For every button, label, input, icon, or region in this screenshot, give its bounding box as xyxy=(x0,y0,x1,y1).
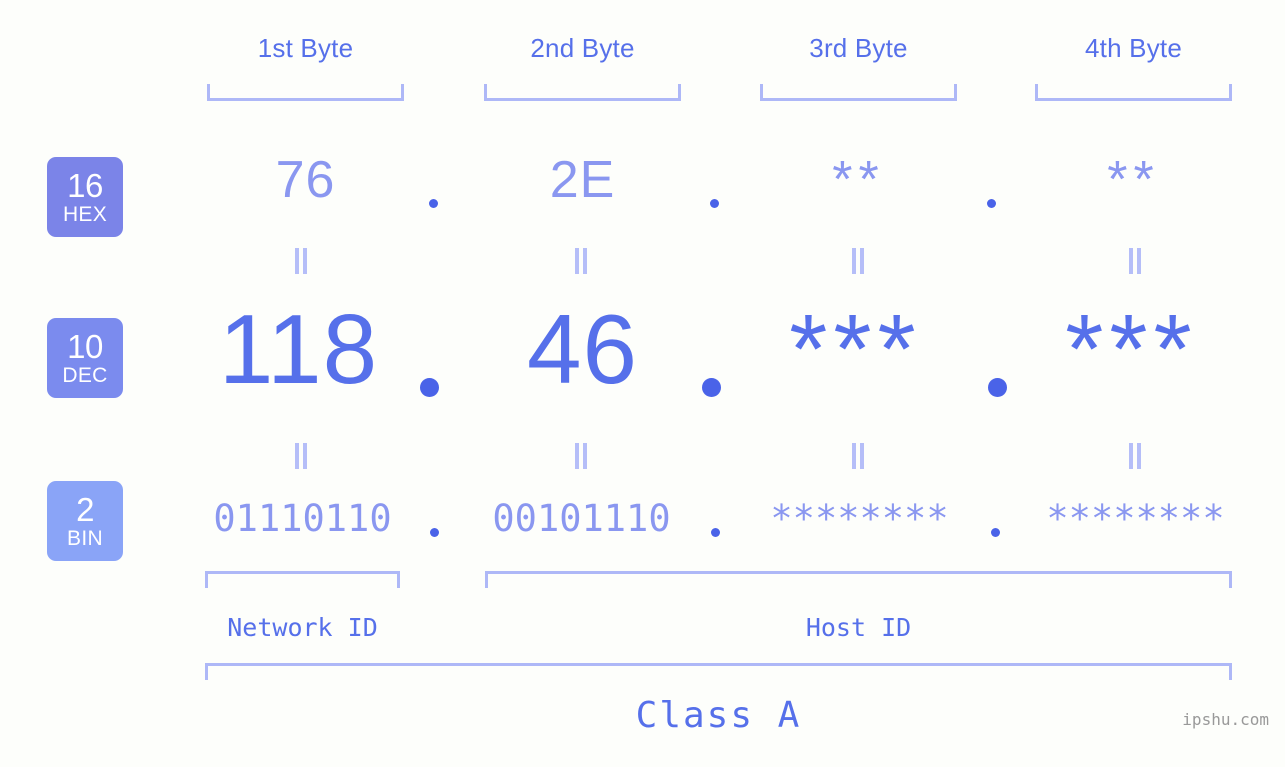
equals-mark-decbin-1a xyxy=(295,443,299,469)
hex-separator-dot-3 xyxy=(987,199,996,208)
hex-separator-dot-2 xyxy=(710,199,719,208)
hex-byte-value-4: ** xyxy=(1107,151,1160,209)
equals-mark-hexdec-2b xyxy=(583,248,587,274)
network-id-label: Network ID xyxy=(227,613,378,642)
equals-mark-hexdec-2a xyxy=(575,248,579,274)
dec-byte-value-1: 118 xyxy=(218,294,379,404)
base-badge-hex[interactable]: 16 HEX xyxy=(47,157,123,237)
host-id-label: Host ID xyxy=(805,613,912,642)
ip-byte-diagram: 1st Byte 2nd Byte 3rd Byte 4th Byte 16 H… xyxy=(0,0,1285,767)
equals-mark-hexdec-3b xyxy=(860,248,864,274)
base-badge-bin[interactable]: 2 BIN xyxy=(47,481,123,561)
hex-byte-value-3: ** xyxy=(832,151,885,209)
byte-header-label-3: 3rd Byte xyxy=(809,33,908,63)
base-badge-bin-name: BIN xyxy=(67,527,103,550)
base-badge-hex-number: 16 xyxy=(67,167,103,204)
bin-byte-value-3: ******** xyxy=(770,497,949,540)
equals-mark-hexdec-4b xyxy=(1137,248,1141,274)
dec-separator-dot-2 xyxy=(702,378,721,397)
bin-byte-value-1: 01110110 xyxy=(213,497,392,540)
equals-mark-decbin-3b xyxy=(860,443,864,469)
equals-mark-hexdec-3a xyxy=(852,248,856,274)
base-badge-dec-number: 10 xyxy=(67,328,103,365)
equals-mark-hexdec-1a xyxy=(295,248,299,274)
class-label: Class A xyxy=(635,695,802,736)
bin-separator-dot-1 xyxy=(430,528,439,537)
equals-mark-decbin-4a xyxy=(1129,443,1133,469)
byte-header-label-2: 2nd Byte xyxy=(530,33,635,63)
dec-byte-value-3: *** xyxy=(789,294,922,404)
base-badge-dec-name: DEC xyxy=(62,364,108,387)
equals-mark-decbin-2a xyxy=(575,443,579,469)
base-badge-dec[interactable]: 10 DEC xyxy=(47,318,123,398)
equals-mark-decbin-4b xyxy=(1137,443,1141,469)
byte-header-label-4: 4th Byte xyxy=(1085,33,1182,63)
bin-separator-dot-2 xyxy=(711,528,720,537)
dec-byte-value-2: 46 xyxy=(526,294,638,404)
byte-bracket-1 xyxy=(207,84,404,101)
byte-bracket-2 xyxy=(484,84,681,101)
hex-byte-value-2: 2E xyxy=(549,151,616,209)
hex-separator-dot-1 xyxy=(429,199,438,208)
dec-separator-dot-3 xyxy=(988,378,1007,397)
class-bracket xyxy=(205,663,1232,680)
equals-mark-hexdec-4a xyxy=(1129,248,1133,274)
bin-separator-dot-3 xyxy=(991,528,1000,537)
network-id-bracket xyxy=(205,571,400,588)
byte-bracket-3 xyxy=(760,84,957,101)
host-id-bracket xyxy=(485,571,1232,588)
dec-byte-value-4: *** xyxy=(1065,294,1198,404)
byte-header-label-1: 1st Byte xyxy=(257,33,354,63)
equals-mark-decbin-2b xyxy=(583,443,587,469)
byte-bracket-4 xyxy=(1035,84,1232,101)
equals-mark-decbin-1b xyxy=(303,443,307,469)
bin-byte-value-4: ******** xyxy=(1046,497,1225,540)
equals-mark-decbin-3a xyxy=(852,443,856,469)
base-badge-bin-number: 2 xyxy=(76,491,94,528)
bin-byte-value-2: 00101110 xyxy=(492,497,671,540)
equals-mark-hexdec-1b xyxy=(303,248,307,274)
base-badge-hex-name: HEX xyxy=(62,203,108,226)
site-watermark: ipshu.com xyxy=(1182,710,1269,729)
hex-byte-value-1: 76 xyxy=(275,151,336,209)
dec-separator-dot-1 xyxy=(420,378,439,397)
